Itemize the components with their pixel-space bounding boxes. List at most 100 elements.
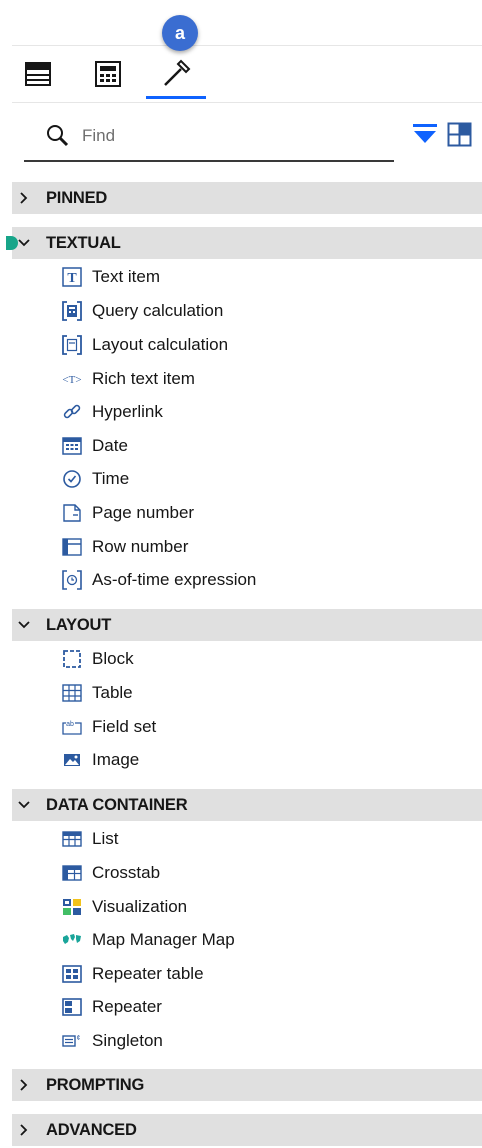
item-label: Map Manager Map: [92, 930, 235, 949]
section-layout[interactable]: LAYOUT: [12, 609, 482, 641]
item-text-item[interactable]: T Text item: [62, 262, 160, 292]
item-time[interactable]: Time: [62, 464, 129, 494]
item-label: Layout calculation: [92, 335, 229, 354]
item-field-set[interactable]: ab Field set: [62, 712, 156, 742]
repeater-icon: [62, 998, 82, 1016]
svg-text:¢: ¢: [77, 1035, 81, 1042]
map-icon: [63, 934, 81, 944]
item-crosstab[interactable]: Crosstab: [62, 858, 160, 888]
rich-text-icon: <T>: [62, 374, 81, 386]
item-label: Block: [92, 649, 134, 668]
search-icon: [47, 125, 69, 147]
panel-tabs: [0, 46, 482, 102]
svg-text:ab: ab: [66, 721, 74, 728]
page-layers-icon: [25, 62, 51, 86]
item-label: Image: [92, 750, 140, 769]
svg-text:T: T: [67, 271, 77, 286]
chevron-right-icon: [20, 1124, 28, 1136]
time-icon: [63, 470, 81, 488]
as-of-time-icon: [62, 570, 82, 590]
page-number-icon: [63, 504, 81, 522]
item-list[interactable]: List: [62, 824, 118, 854]
item-label: Page number: [92, 503, 195, 522]
item-label: Repeater table: [92, 964, 204, 983]
item-label: Query calculation: [92, 301, 224, 320]
tab-toolbox[interactable]: [154, 54, 198, 94]
item-label: Repeater: [92, 997, 162, 1016]
repeater-table-icon: [62, 965, 82, 983]
item-table[interactable]: Table: [62, 678, 133, 708]
item-date[interactable]: Date: [62, 431, 128, 461]
item-repeater[interactable]: Repeater: [62, 992, 162, 1022]
item-query-calculation[interactable]: Query calculation: [62, 296, 223, 326]
item-row-number[interactable]: Row number: [62, 532, 188, 562]
layout-calculation-icon: [62, 335, 82, 355]
item-label: Field set: [92, 717, 157, 736]
item-hyperlink[interactable]: Hyperlink: [62, 397, 163, 427]
tabs-divider: [12, 102, 482, 103]
data-items-icon: [95, 61, 121, 87]
singleton-icon: ¢: [62, 1035, 81, 1047]
item-page-number[interactable]: Page number: [62, 498, 194, 528]
search-box: [24, 112, 394, 162]
section-title-data-container: DATA CONTAINER: [46, 795, 188, 814]
item-image[interactable]: Image: [62, 745, 139, 775]
item-label: As-of-time expression: [92, 570, 257, 589]
item-singleton[interactable]: ¢ Singleton: [62, 1026, 163, 1056]
chevron-right-icon: [20, 1079, 28, 1091]
callout-badge: a: [162, 15, 198, 51]
section-data-container[interactable]: DATA CONTAINER: [12, 789, 482, 821]
item-layout-calculation[interactable]: Layout calculation: [62, 330, 228, 360]
item-label: Crosstab: [92, 863, 161, 882]
active-tab-indicator: [146, 96, 206, 99]
item-rich-text-item[interactable]: <T> Rich text item: [62, 364, 195, 394]
item-label: Visualization: [92, 897, 188, 916]
tab-page-layers[interactable]: [16, 54, 60, 94]
row-number-icon: [62, 538, 82, 556]
visualization-icon: [63, 899, 81, 915]
filter-button[interactable]: [412, 122, 438, 146]
query-calculation-icon: [62, 301, 82, 321]
item-visualization[interactable]: Visualization: [62, 892, 187, 922]
text-item-icon: T: [62, 267, 82, 287]
section-pinned[interactable]: PINNED: [12, 182, 482, 214]
search-input[interactable]: [80, 125, 384, 147]
hyperlink-icon: [63, 404, 81, 419]
chevron-down-icon: [18, 621, 30, 629]
section-title-advanced: ADVANCED: [46, 1120, 137, 1139]
chevron-down-icon: [18, 801, 30, 809]
item-block[interactable]: Block: [62, 644, 134, 674]
chevron-right-icon: [20, 192, 28, 204]
section-title-prompting: PROMPTING: [46, 1075, 145, 1094]
section-advanced[interactable]: ADVANCED: [12, 1114, 482, 1146]
date-icon: [62, 437, 82, 455]
filter-icon: [413, 124, 437, 143]
item-label: Table: [92, 683, 133, 702]
image-icon: [64, 754, 80, 766]
section-prompting[interactable]: PROMPTING: [12, 1069, 482, 1101]
list-icon: [62, 831, 82, 847]
item-label: Hyperlink: [92, 402, 163, 421]
section-textual[interactable]: TEXTUAL: [12, 227, 482, 259]
view-layout-button[interactable]: [447, 122, 473, 148]
table-icon: [62, 684, 82, 702]
item-map-manager-map[interactable]: Map Manager Map: [62, 925, 235, 955]
block-icon: [63, 650, 81, 668]
section-title-layout: LAYOUT: [46, 615, 112, 634]
tab-data-items[interactable]: [86, 54, 130, 94]
view-layout-icon: [447, 122, 472, 147]
item-label: List: [92, 829, 119, 848]
section-title-textual: TEXTUAL: [46, 233, 121, 252]
svg-text:<T>: <T>: [62, 374, 81, 386]
item-as-of-time-expression[interactable]: As-of-time expression: [62, 565, 256, 595]
chevron-down-icon: [18, 239, 30, 247]
item-label: Text item: [92, 267, 161, 286]
section-title-pinned: PINNED: [46, 188, 108, 207]
item-label: Date: [92, 436, 128, 455]
toolbox-icon: [164, 59, 191, 86]
field-set-icon: ab: [62, 721, 82, 735]
item-label: Row number: [92, 537, 189, 556]
crosstab-icon: [62, 865, 82, 881]
item-label: Singleton: [92, 1031, 163, 1050]
item-repeater-table[interactable]: Repeater table: [62, 959, 204, 989]
